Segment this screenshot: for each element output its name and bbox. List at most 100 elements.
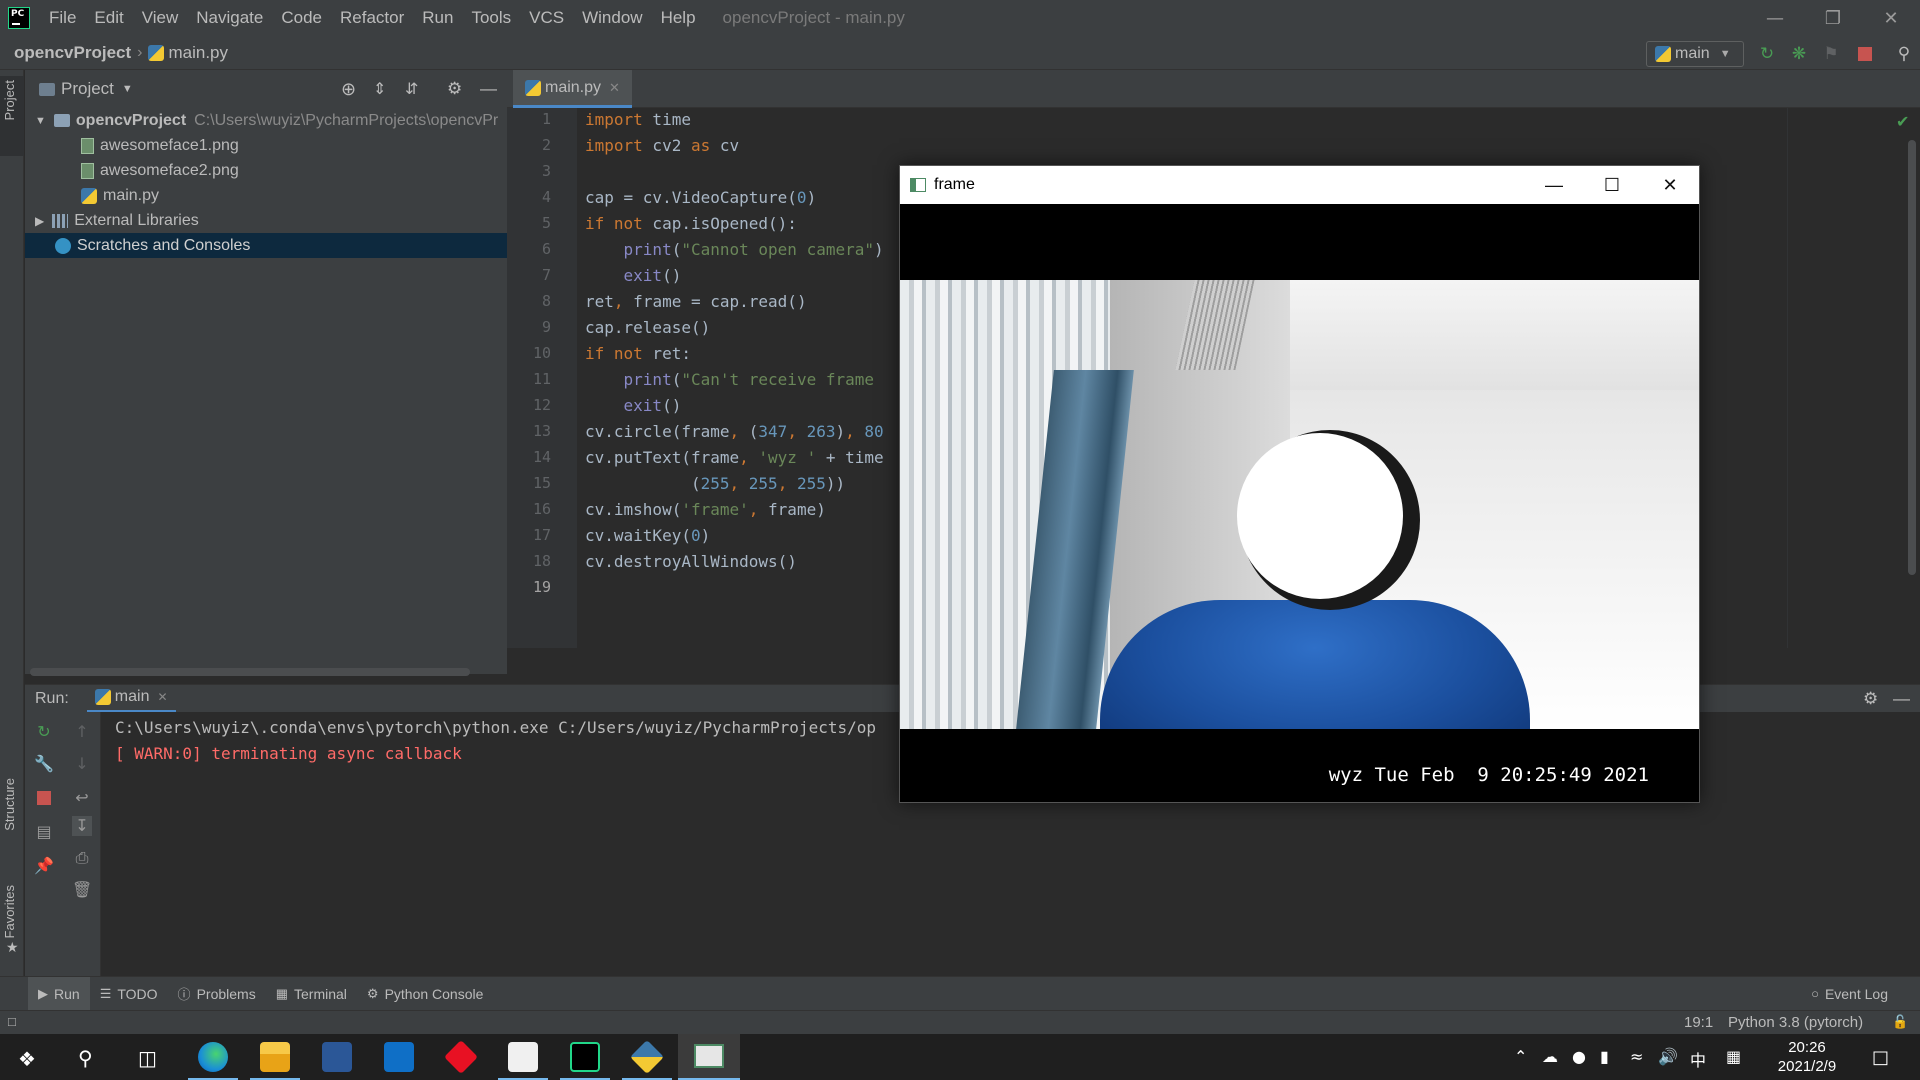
window-title: opencvProject - main.py	[722, 8, 905, 27]
tree-item-file[interactable]: awesomeface2.png	[25, 158, 507, 183]
menu-view[interactable]: View	[133, 8, 188, 28]
expand-all-icon[interactable]: ⇕	[373, 79, 386, 99]
gear-icon[interactable]: ⚙	[1863, 689, 1878, 709]
line-number: 12	[532, 396, 551, 414]
windows-start-icon[interactable]: ❖	[18, 1047, 36, 1071]
tree-root-project[interactable]: ▼ opencvProject C:\Users\wuyiz\PycharmPr…	[25, 108, 507, 133]
tab-todo[interactable]: ☰ TODO	[90, 977, 168, 1011]
rerun-icon[interactable]: ↻	[1757, 44, 1777, 64]
wifi-icon[interactable]: ≈	[1630, 1047, 1643, 1066]
caret-position[interactable]: 19:1	[1684, 1014, 1713, 1031]
rerun-icon[interactable]: ↻	[34, 722, 54, 742]
qq-icon[interactable]: ●	[1572, 1047, 1586, 1066]
print-icon[interactable]: ⎙	[72, 848, 92, 868]
close-icon[interactable]: ✕	[1862, 8, 1920, 29]
python-app-icon[interactable]	[630, 1040, 664, 1074]
gear-icon[interactable]: ⚙	[447, 79, 462, 99]
editor-vertical-scrollbar[interactable]	[1908, 140, 1916, 575]
close-icon[interactable]: ✕	[1641, 175, 1699, 196]
tree-item-scratches[interactable]: Scratches and Consoles	[25, 233, 507, 258]
structure-tool-tab[interactable]: Structure	[2, 778, 17, 831]
project-panel-title[interactable]: Project	[61, 79, 114, 99]
menu-file[interactable]: File	[40, 8, 85, 28]
locate-icon[interactable]: ⊕	[341, 79, 356, 100]
tree-item-file[interactable]: main.py	[25, 183, 507, 208]
chevron-up-icon[interactable]: ⌃	[1514, 1047, 1527, 1066]
debug-bug-icon[interactable]: ❋	[1789, 44, 1809, 64]
menu-edit[interactable]: Edit	[85, 8, 132, 28]
coverage-icon[interactable]: ⚑	[1821, 44, 1841, 64]
edge-browser-icon[interactable]	[198, 1042, 228, 1072]
chevron-right-icon[interactable]: ▶	[35, 214, 44, 228]
python-interpreter[interactable]: Python 3.8 (pytorch)	[1728, 1014, 1863, 1031]
lock-icon[interactable]: 🔓	[1892, 1014, 1908, 1030]
minimize-icon[interactable]: —	[1525, 175, 1583, 196]
notifications-icon[interactable]: □	[1872, 1047, 1889, 1068]
search-icon[interactable]: ⚲	[1894, 44, 1914, 64]
search-icon[interactable]: ⚲	[78, 1046, 93, 1070]
tab-run[interactable]: ▶ Run	[28, 976, 90, 1011]
menu-run[interactable]: Run	[413, 8, 462, 28]
checkmark-icon[interactable]: ✔	[1896, 112, 1909, 131]
layout-icon[interactable]: ▤	[34, 822, 54, 842]
tab-problems[interactable]: ⓘ Problems	[168, 977, 266, 1011]
opencv-frame-window[interactable]: frame — ☐ ✕ wyz Tue Feb 9 20:25:49 2021	[899, 165, 1700, 803]
arrow-down-icon[interactable]: ↓	[72, 754, 92, 774]
pycharm-icon[interactable]	[570, 1042, 600, 1072]
typora-icon[interactable]	[508, 1042, 538, 1072]
toggle-tool-windows-icon[interactable]: □	[8, 1014, 16, 1029]
task-view-icon[interactable]: ◫	[138, 1046, 157, 1070]
breadcrumb-file[interactable]: main.py	[168, 43, 228, 63]
restore-icon[interactable]: ❐	[1804, 8, 1862, 29]
chevron-down-icon[interactable]: ▼	[122, 83, 133, 95]
mail-icon[interactable]	[384, 1042, 414, 1072]
pin-icon[interactable]: 📌	[34, 856, 54, 876]
system-clock[interactable]: 20:26 2021/2/9	[1762, 1038, 1852, 1076]
tab-event-log[interactable]: ○ Event Log	[1801, 977, 1898, 1011]
ime-grid-icon[interactable]: ▦	[1726, 1047, 1741, 1066]
tab-python-console[interactable]: ⚙ Python Console	[357, 977, 494, 1011]
trash-icon[interactable]: 🗑	[72, 880, 92, 900]
line-number: 13	[532, 422, 551, 440]
project-horizontal-scrollbar[interactable]	[30, 668, 470, 676]
volume-icon[interactable]: 🔊	[1658, 1047, 1678, 1066]
menu-tools[interactable]: Tools	[462, 8, 520, 28]
collapse-all-icon[interactable]: ⇵	[405, 79, 418, 99]
menu-code[interactable]: Code	[272, 8, 331, 28]
breadcrumb-project[interactable]: opencvProject	[14, 43, 131, 63]
stop-icon[interactable]	[1855, 44, 1875, 64]
ime-indicator[interactable]: 中	[1690, 1047, 1706, 1071]
app-red-diamond-icon[interactable]	[444, 1040, 478, 1074]
stop-icon[interactable]	[34, 788, 54, 808]
favorites-tool-tab[interactable]: Favorites	[2, 885, 17, 938]
cv-window-titlebar[interactable]: frame — ☐ ✕	[900, 166, 1699, 204]
close-tab-icon[interactable]: ✕	[157, 690, 167, 704]
soft-wrap-icon[interactable]: ↩	[72, 788, 92, 808]
taskbar-active-window[interactable]	[678, 1034, 740, 1080]
menu-window[interactable]: Window	[573, 8, 651, 28]
editor-tab-main-py[interactable]: main.py ✕	[513, 70, 632, 108]
chevron-down-icon[interactable]: ▼	[35, 115, 46, 127]
tab-terminal[interactable]: ▦ Terminal	[266, 977, 357, 1011]
minimize-icon[interactable]: —	[1746, 8, 1804, 29]
run-tab-main[interactable]: main ✕	[86, 685, 176, 713]
tree-item-file[interactable]: awesomeface1.png	[25, 133, 507, 158]
run-config-selector[interactable]: main ▼	[1646, 41, 1744, 67]
scroll-to-end-icon[interactable]: ↧	[72, 816, 92, 836]
onedrive-icon[interactable]: ☁	[1542, 1047, 1558, 1066]
project-tool-tab[interactable]: Project	[2, 80, 17, 120]
menu-vcs[interactable]: VCS	[520, 8, 573, 28]
maximize-icon[interactable]: ☐	[1583, 175, 1641, 196]
hide-panel-icon[interactable]: —	[480, 79, 497, 99]
battery-icon[interactable]: ▮	[1600, 1047, 1609, 1066]
arrow-up-icon[interactable]: ↑	[72, 722, 92, 742]
close-tab-icon[interactable]: ✕	[609, 80, 620, 96]
store-icon[interactable]	[322, 1042, 352, 1072]
file-explorer-icon[interactable]	[260, 1042, 290, 1072]
tree-item-external-libraries[interactable]: ▶ External Libraries	[25, 208, 507, 233]
menu-refactor[interactable]: Refactor	[331, 8, 413, 28]
wrench-icon[interactable]: 🔧	[34, 754, 54, 774]
menu-help[interactable]: Help	[652, 8, 705, 28]
menu-navigate[interactable]: Navigate	[187, 8, 272, 28]
hide-panel-icon[interactable]: —	[1893, 689, 1910, 709]
